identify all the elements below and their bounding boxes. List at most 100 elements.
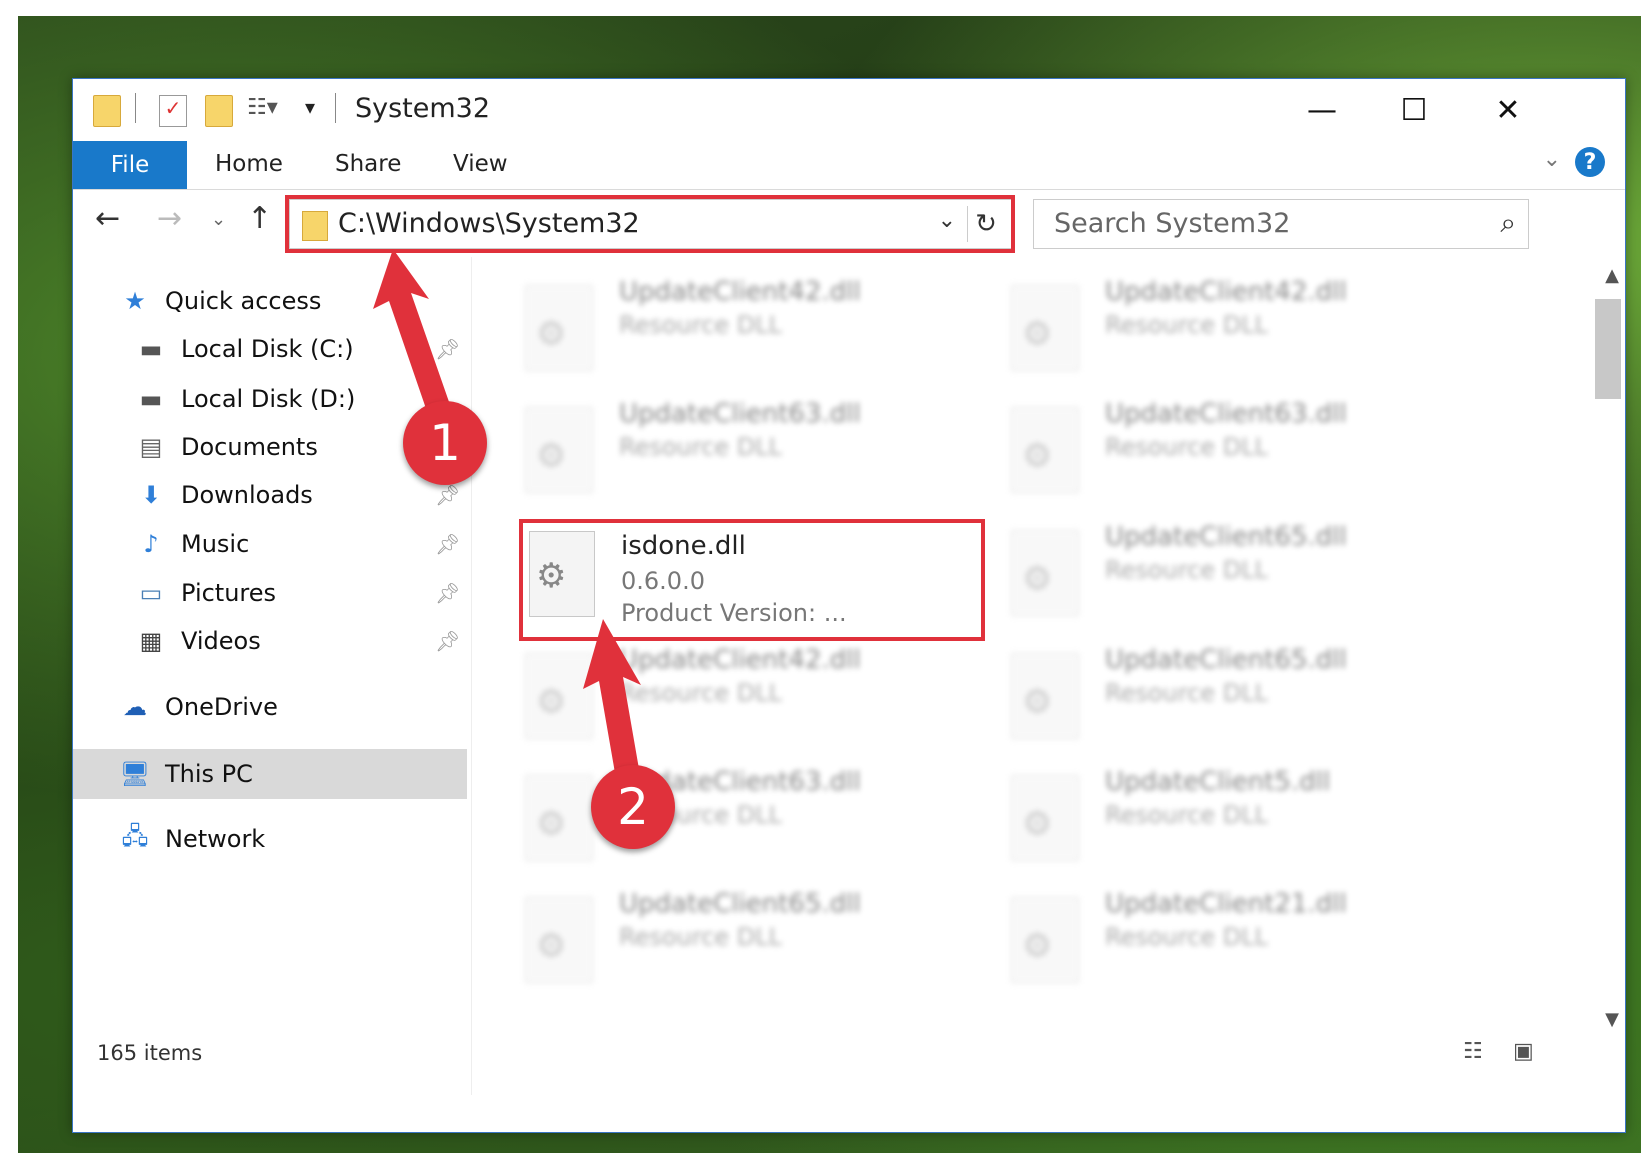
sidebar-item-label: Local Disk (C:) bbox=[181, 335, 354, 363]
file-item[interactable]: ⚙ UpdateClient63.dll Resource DLL bbox=[959, 379, 1439, 493]
sidebar-item-label: OneDrive bbox=[165, 693, 278, 721]
dll-file-icon: ⚙ bbox=[1011, 653, 1079, 739]
callout-1: 1 bbox=[403, 401, 487, 485]
file-name: UpdateClient65.dll bbox=[619, 889, 861, 919]
sidebar-item-this-pc[interactable]: 🖥︎ This PC bbox=[119, 752, 253, 796]
tab-file[interactable]: File bbox=[73, 141, 187, 189]
file-description: Resource DLL bbox=[1105, 923, 1268, 951]
sidebar-item-music[interactable]: ♪ Music bbox=[137, 522, 249, 566]
sidebar-item-label: Downloads bbox=[181, 481, 313, 509]
file-description: Resource DLL bbox=[619, 433, 782, 461]
file-item[interactable]: ⚙ UpdateClient42.dll Resource DLL bbox=[959, 257, 1439, 371]
search-box[interactable]: Search System32 ⌕ bbox=[1033, 199, 1529, 249]
file-item[interactable]: ⚙ UpdateClient42.dll Resource DLL bbox=[473, 625, 953, 739]
search-icon[interactable]: ⌕ bbox=[1500, 206, 1516, 240]
file-item[interactable]: ⚙ UpdateClient42.dll Resource DLL bbox=[473, 257, 953, 371]
pin-icon[interactable]: 📌︎ bbox=[435, 532, 460, 556]
tab-view[interactable]: View bbox=[453, 151, 508, 177]
cloud-icon: ☁ bbox=[123, 693, 147, 721]
sidebar-item-quick-access[interactable]: ★ Quick access bbox=[121, 279, 321, 323]
file-description: Resource DLL bbox=[619, 923, 782, 951]
scroll-up-arrow-icon[interactable]: ▲ bbox=[1605, 265, 1619, 286]
file-name: UpdateClient63.dll bbox=[1105, 399, 1347, 429]
file-item[interactable]: ⚙ UpdateClient65.dll Resource DLL bbox=[473, 869, 953, 983]
file-item[interactable]: ⚙ UpdateClient63.dll Resource DLL bbox=[473, 379, 953, 493]
search-input[interactable]: Search System32 bbox=[1054, 208, 1290, 239]
sidebar-item-label: Documents bbox=[181, 433, 318, 461]
file-description: Resource DLL bbox=[1105, 801, 1268, 829]
forward-arrow-icon[interactable]: → bbox=[157, 201, 182, 236]
item-count: 165 items bbox=[97, 1041, 203, 1065]
file-name: UpdateClient42.dll bbox=[619, 277, 861, 307]
new-folder-icon[interactable] bbox=[205, 95, 233, 127]
network-icon: 🖧︎ bbox=[121, 821, 149, 850]
dll-file-icon: ⚙ bbox=[529, 531, 595, 617]
dll-file-icon: ⚙ bbox=[1011, 407, 1079, 493]
sidebar-item-downloads[interactable]: ⬇ Downloads bbox=[137, 473, 313, 517]
help-icon[interactable]: ? bbox=[1575, 147, 1605, 177]
sidebar-item-label: Network bbox=[165, 825, 266, 853]
minimize-button[interactable]: — bbox=[1279, 85, 1365, 135]
pictures-icon: ▭ bbox=[139, 579, 163, 607]
tab-share[interactable]: Share bbox=[335, 151, 401, 177]
customize-view-icon[interactable]: ☷▾ bbox=[247, 95, 281, 125]
computer-icon: 🖥︎ bbox=[119, 760, 151, 788]
large-icons-view-icon[interactable]: ▣ bbox=[1513, 1039, 1534, 1064]
download-icon: ⬇ bbox=[140, 481, 162, 509]
sidebar-item-onedrive[interactable]: ☁ OneDrive bbox=[121, 685, 278, 729]
file-item[interactable]: ⚙ UpdateClient65.dll Resource DLL bbox=[959, 625, 1439, 739]
dll-file-icon: ⚙ bbox=[1011, 897, 1079, 983]
file-name: UpdateClient42.dll bbox=[1105, 277, 1347, 307]
file-description: Resource DLL bbox=[1105, 433, 1268, 461]
recent-locations-chevron-icon[interactable]: ⌄ bbox=[211, 209, 226, 230]
sidebar-item-local-disk-d[interactable]: ▬ Local Disk (D:) bbox=[137, 377, 356, 421]
dll-file-icon: ⚙ bbox=[1011, 285, 1079, 371]
quick-access-toolbar-dropdown-icon[interactable]: ▾ bbox=[305, 95, 315, 119]
pin-icon[interactable]: 📌︎ bbox=[435, 483, 460, 507]
file-name: UpdateClient65.dll bbox=[1105, 645, 1347, 675]
dll-file-icon: ⚙ bbox=[1011, 775, 1079, 861]
pin-icon[interactable]: 📌︎ bbox=[435, 581, 460, 605]
file-item[interactable]: ⚙ UpdateClient21.dll Resource DLL bbox=[959, 869, 1439, 983]
sidebar-item-pictures[interactable]: ▭ Pictures bbox=[137, 571, 276, 615]
file-version: 0.6.0.0 bbox=[621, 567, 705, 595]
file-description: Resource DLL bbox=[619, 311, 782, 339]
file-description: Resource DLL bbox=[1105, 556, 1268, 584]
sidebar-item-videos[interactable]: ▦ Videos bbox=[137, 619, 261, 663]
scroll-down-arrow-icon[interactable]: ▼ bbox=[1605, 1009, 1619, 1030]
sidebar-item-label: Pictures bbox=[181, 579, 277, 607]
details-view-icon[interactable]: ☷ bbox=[1463, 1039, 1483, 1064]
documents-icon: ▤ bbox=[139, 433, 163, 461]
divider bbox=[335, 93, 336, 123]
divider bbox=[135, 93, 136, 123]
star-icon: ★ bbox=[124, 287, 146, 315]
up-arrow-icon[interactable]: ↑ bbox=[247, 201, 272, 236]
file-item[interactable]: ⚙ UpdateClient63.dll Resource DLL bbox=[473, 747, 953, 861]
file-name: UpdateClient21.dll bbox=[1105, 889, 1347, 919]
file-name: UpdateClient65.dll bbox=[1105, 522, 1347, 552]
tab-home[interactable]: Home bbox=[215, 151, 283, 177]
dll-file-icon: ⚙ bbox=[1011, 530, 1079, 616]
file-name: UpdateClient5.dll bbox=[1105, 767, 1331, 797]
music-icon: ♪ bbox=[143, 530, 159, 558]
back-arrow-icon[interactable]: ← bbox=[95, 201, 120, 236]
sidebar-item-label: Videos bbox=[181, 627, 261, 655]
window-title: System32 bbox=[355, 93, 491, 124]
file-item[interactable]: ⚙ UpdateClient5.dll Resource DLL bbox=[959, 747, 1439, 861]
ribbon-tabs: File Home Share View ⌄ ? bbox=[73, 141, 1625, 190]
file-item[interactable]: ⚙ UpdateClient65.dll Resource DLL bbox=[959, 502, 1439, 616]
dll-file-icon: ⚙ bbox=[525, 897, 593, 983]
expand-ribbon-chevron-icon[interactable]: ⌄ bbox=[1543, 147, 1561, 172]
pin-icon[interactable]: 📌︎ bbox=[435, 629, 460, 653]
maximize-button[interactable]: ☐ bbox=[1371, 85, 1457, 135]
close-button[interactable]: ✕ bbox=[1465, 85, 1551, 135]
sidebar-item-local-disk-c[interactable]: ▬ Local Disk (C:) bbox=[137, 327, 354, 371]
dll-file-icon: ⚙ bbox=[525, 407, 593, 493]
callout-2: 2 bbox=[591, 765, 675, 849]
sidebar-item-network[interactable]: 🖧︎ Network bbox=[121, 817, 266, 861]
sidebar-item-documents[interactable]: ▤ Documents bbox=[137, 425, 318, 469]
file-name: isdone.dll bbox=[621, 531, 746, 561]
scrollbar-thumb[interactable] bbox=[1595, 299, 1621, 399]
properties-icon[interactable]: ✓ bbox=[159, 95, 187, 127]
file-name: UpdateClient63.dll bbox=[619, 399, 861, 429]
